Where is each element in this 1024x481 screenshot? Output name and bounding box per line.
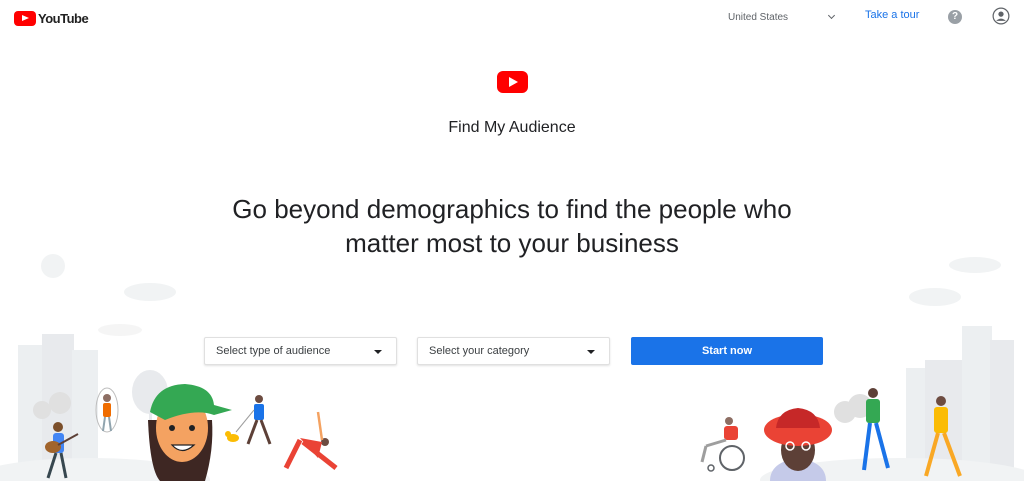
youtube-logo[interactable]: YouTube bbox=[14, 9, 89, 27]
account-icon[interactable] bbox=[992, 7, 1010, 25]
youtube-logo-icon bbox=[14, 10, 36, 26]
logo-text: YouTube bbox=[38, 10, 89, 26]
help-icon[interactable]: ? bbox=[948, 10, 962, 24]
take-a-tour-link[interactable]: Take a tour bbox=[865, 9, 919, 21]
caret-down-icon bbox=[374, 350, 382, 354]
country-selector[interactable]: United States bbox=[728, 9, 838, 25]
top-bar: YouTube United States Take a tour ? bbox=[0, 0, 1024, 34]
category-select[interactable]: Select your category bbox=[417, 337, 610, 365]
youtube-play-icon bbox=[497, 71, 528, 93]
page-headline: Go beyond demographics to find the peopl… bbox=[232, 194, 792, 258]
audience-type-select-label: Select type of audience bbox=[216, 345, 331, 357]
caret-down-icon bbox=[587, 350, 595, 354]
category-select-label: Select your category bbox=[429, 345, 530, 357]
product-name: Find My Audience bbox=[448, 119, 576, 136]
chevron-down-icon bbox=[827, 11, 836, 20]
start-now-button[interactable]: Start now bbox=[631, 337, 823, 365]
country-label: United States bbox=[728, 11, 789, 23]
audience-type-select[interactable]: Select type of audience bbox=[204, 337, 397, 365]
